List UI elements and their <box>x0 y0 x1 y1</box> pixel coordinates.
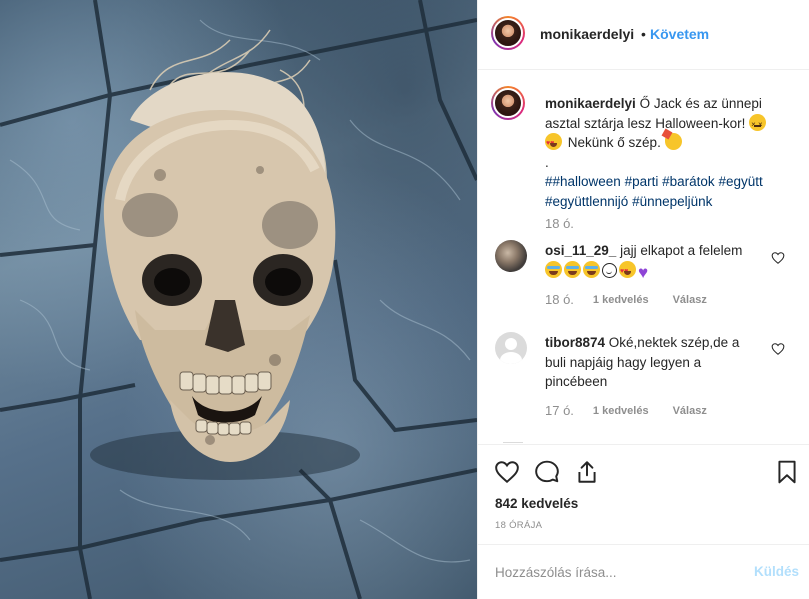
tears-of-joy-emoji-icon <box>545 260 562 278</box>
hashtag-link[interactable]: #ünnepeljünk <box>632 194 712 209</box>
comment-timestamp[interactable]: 18 ó. <box>545 292 574 307</box>
comment-body: jajj elkapot a felelem <box>620 243 743 258</box>
comments-list[interactable]: monikaerdelyi Ő Jack és az ünnepi asztal… <box>478 71 809 443</box>
comment-username[interactable]: osi_11_29_ <box>545 243 616 258</box>
comment-text: osi_11_29_ jajj elkapot a felelem ♥ <box>545 241 760 281</box>
next-comment-edge <box>503 442 523 443</box>
caption-author-avatar[interactable] <box>491 86 525 120</box>
author-avatar[interactable] <box>491 16 525 50</box>
post-photo[interactable] <box>0 0 477 599</box>
hashtag-link[interactable]: #barátok <box>662 174 715 189</box>
caption-username[interactable]: monikaerdelyi <box>545 96 636 111</box>
likes-count[interactable]: 842 kedvelés <box>495 496 578 511</box>
post-age[interactable]: 18 ÓRÁJA <box>495 520 542 531</box>
comment-likes[interactable]: 1 kedvelés <box>593 405 649 417</box>
reply-button[interactable]: Válasz <box>673 405 707 417</box>
tears-of-joy-emoji-icon <box>583 260 600 278</box>
post-side-panel: monikaerdelyi • Követem monikaerdelyi Ő … <box>477 0 809 599</box>
comment-icon[interactable] <box>534 459 560 485</box>
heart-eyes-emoji-icon <box>545 133 562 154</box>
hashtag-link[interactable]: #parti <box>625 174 659 189</box>
caption-timestamp[interactable]: 18 ó. <box>545 216 574 231</box>
comment-timestamp[interactable]: 17 ó. <box>545 403 574 418</box>
commenter-avatar-default-icon[interactable] <box>495 332 527 364</box>
hashtag-prefix: # <box>545 174 553 189</box>
caption-dot-line: . <box>545 154 549 170</box>
party-face-emoji-icon <box>664 133 682 150</box>
post-actions: 842 kedvelés 18 ÓRÁJA <box>478 444 809 544</box>
comment-username[interactable]: tibor8874 <box>545 335 605 350</box>
comment-likes[interactable]: 1 kedvelés <box>593 294 649 306</box>
caption-hashtags: ##halloween #parti #barátok #együtt #egy… <box>545 174 763 209</box>
heart-eyes-emoji-icon <box>619 260 636 281</box>
send-button[interactable]: Küldés <box>754 564 799 579</box>
heart-icon[interactable] <box>494 459 520 485</box>
skull-photo-illustration <box>0 0 477 599</box>
smiling-face-emoji-icon <box>602 262 617 278</box>
author-username[interactable]: monikaerdelyi <box>540 26 634 42</box>
comment-input[interactable] <box>495 562 735 582</box>
comment-text: tibor8874 Oké,nektek szép,de a buli napj… <box>545 333 760 392</box>
caption-text-line-2: Nekünk ő szép. <box>567 135 661 150</box>
hashtag-link[interactable]: #együttlennijó <box>545 194 628 209</box>
post-header: monikaerdelyi • Követem <box>478 0 809 70</box>
reply-button[interactable]: Válasz <box>673 294 707 306</box>
comment-meta: 18 ó. 1 kedvelés Válasz <box>545 292 731 307</box>
comment-composer: Küldés <box>478 544 809 599</box>
commenter-avatar[interactable] <box>495 240 527 272</box>
follow-button[interactable]: Követem <box>650 26 709 42</box>
purple-heart-emoji-icon: ♥ <box>638 262 649 282</box>
tears-of-joy-emoji-icon <box>564 260 581 278</box>
like-comment-heart-icon[interactable] <box>771 251 785 265</box>
comment-meta: 17 ó. 1 kedvelés Válasz <box>545 403 731 418</box>
confounded-face-emoji-icon <box>749 113 767 134</box>
caption-text: monikaerdelyi Ő Jack és az ünnepi asztal… <box>545 94 795 211</box>
header-separator: • <box>641 26 646 42</box>
hashtag-link[interactable]: #halloween <box>553 174 621 189</box>
bookmark-icon[interactable] <box>774 459 800 485</box>
like-comment-heart-icon[interactable] <box>771 342 785 356</box>
hashtag-link[interactable]: #együtt <box>718 174 762 189</box>
share-icon[interactable] <box>574 459 600 485</box>
